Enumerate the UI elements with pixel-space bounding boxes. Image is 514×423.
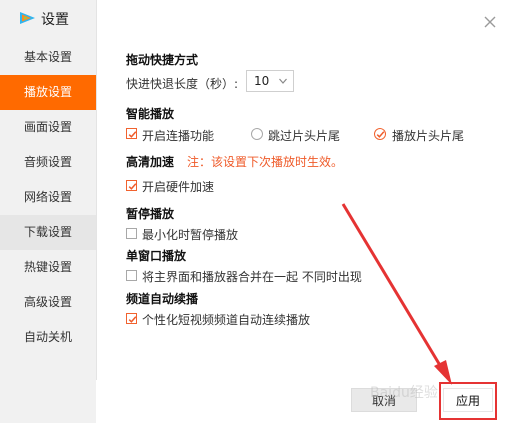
sidebar-item-auto-shutdown[interactable]: 自动关机 [0,320,96,355]
skip-intro-outro-label: 跳过片头片尾 [268,129,341,143]
sidebar-item-download[interactable]: 下载设置 [0,215,96,250]
sidebar-item-label: 画面设置 [24,120,73,134]
continuous-play-checkbox[interactable] [126,128,137,139]
seek-length-value: 10 [254,74,270,88]
play-intro-outro-radio[interactable] [374,128,386,140]
section-title-single-window: 单窗口播放 [126,249,187,263]
sidebar-item-label: 下载设置 [24,225,73,239]
section-title-smart-play: 智能播放 [126,107,175,121]
sidebar-nav: 基本设置 播放设置 画面设置 音频设置 网络设置 下载设置 热键设置 高级设置 … [0,40,96,355]
checkmark-icon [128,316,137,323]
sidebar-item-label: 基本设置 [24,50,73,64]
short-video-autoplay-label: 个性化短视频频道自动连续播放 [142,313,311,327]
checkmark-icon [128,131,137,138]
sidebar-item-label: 自动关机 [24,330,73,344]
short-video-autoplay-checkbox[interactable] [126,313,137,324]
sidebar-item-network[interactable]: 网络设置 [0,180,96,215]
seek-length-select[interactable]: 10 [246,70,294,92]
sidebar-item-playback[interactable]: 播放设置 [0,75,96,110]
cancel-button[interactable]: 取消 [351,388,417,412]
dialog-footer: 取消 应用 [96,380,514,423]
sidebar-item-hotkeys[interactable]: 热键设置 [0,250,96,285]
play-intro-outro-label: 播放片头片尾 [392,129,465,143]
section-title-channel-autoplay: 频道自动续播 [126,292,199,306]
window-title: 设置 [41,12,69,28]
settings-window: 设置 基本设置 播放设置 画面设置 音频设置 网络设置 下载设置 热键设置 高级… [0,0,514,423]
continuous-play-label: 开启连播功能 [142,129,215,143]
merge-windows-checkbox[interactable] [126,270,137,281]
pause-on-minimize-checkbox[interactable] [126,228,137,239]
pause-on-minimize-label: 最小化时暂停播放 [142,228,239,242]
sidebar-item-audio[interactable]: 音频设置 [0,145,96,180]
hardware-accel-checkbox[interactable] [126,180,137,191]
sidebar-item-basic[interactable]: 基本设置 [0,40,96,75]
sidebar-item-picture[interactable]: 画面设置 [0,110,96,145]
sidebar-item-label: 热键设置 [24,260,73,274]
playback-settings-panel: 拖动快捷方式 快进快退长度（秒）: 10 智能播放 开启连播功能 跳过片头片尾 … [124,0,504,380]
skip-intro-outro-radio[interactable] [251,128,263,140]
sidebar-item-label: 高级设置 [24,295,73,309]
section-title-hd-accel: 高清加速 [126,155,175,169]
section-title-seek: 拖动快捷方式 [126,53,199,67]
seek-length-label: 快进快退长度（秒）: [126,77,239,91]
hardware-accel-label: 开启硬件加速 [142,180,215,194]
title-bar: 设置 [0,0,96,36]
section-title-pause: 暂停播放 [126,207,175,221]
tencent-video-logo-icon [20,12,35,24]
hd-accel-note: 注：该设置下次播放时生效。 [187,155,344,169]
checkmark-icon [128,183,137,190]
chevron-down-icon [279,78,287,84]
sidebar-item-label: 网络设置 [24,190,73,204]
sidebar: 设置 基本设置 播放设置 画面设置 音频设置 网络设置 下载设置 热键设置 高级… [0,0,97,423]
sidebar-item-label: 播放设置 [24,85,73,99]
sidebar-item-advanced[interactable]: 高级设置 [0,285,96,320]
checkmark-icon [376,131,385,138]
merge-windows-label: 将主界面和播放器合并在一起 不同时出现 [142,270,362,284]
sidebar-item-label: 音频设置 [24,155,73,169]
apply-button[interactable]: 应用 [443,388,493,412]
